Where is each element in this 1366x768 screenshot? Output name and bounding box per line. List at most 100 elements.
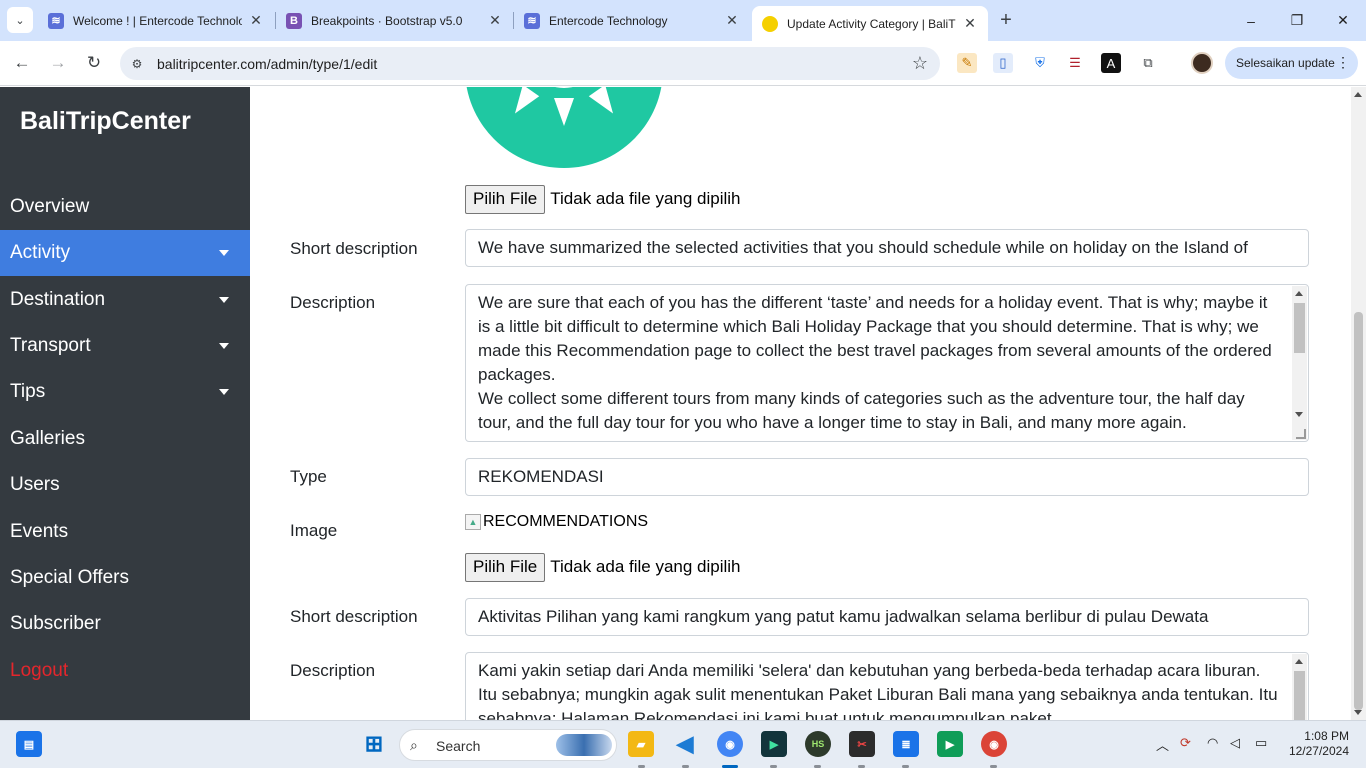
back-arrow-icon[interactable]: ←	[9, 50, 35, 76]
sidebar-item-label: Transport	[10, 335, 91, 356]
windows-start-icon[interactable]: ⊞	[361, 731, 387, 757]
extensions-puzzle-icon[interactable]: ⧉	[1138, 53, 1158, 73]
tab-close-icon[interactable]: ✕	[248, 12, 264, 29]
sidebar-item-subscriber[interactable]: Subscriber	[0, 601, 250, 647]
volume-icon[interactable]: ◁	[1230, 735, 1240, 751]
tab-close-icon[interactable]: ✕	[487, 12, 503, 29]
search-highlight-icon	[556, 734, 612, 756]
image-file-input-en[interactable]: Pilih File Tidak ada file yang dipilih	[465, 184, 741, 214]
wifi-icon[interactable]: ◠	[1207, 735, 1218, 751]
terminal-icon[interactable]: ▶	[761, 731, 787, 757]
profile-avatar[interactable]	[1191, 52, 1213, 74]
battery-icon[interactable]: ▭	[1255, 735, 1267, 751]
window-minimize-button[interactable]: –	[1228, 0, 1274, 41]
tab-close-icon[interactable]: ✕	[724, 12, 740, 29]
heidisql-icon[interactable]: HS	[805, 731, 831, 757]
sun-ray-shape	[554, 98, 574, 126]
sidebar-item-events[interactable]: Events	[0, 509, 250, 555]
sidebar-item-galleries[interactable]: Galleries	[0, 416, 250, 462]
tab-title: Breakpoints · Bootstrap v5.0	[311, 13, 463, 28]
chrome-icon[interactable]: ◉	[717, 731, 743, 757]
extension-a-icon[interactable]: A	[1101, 53, 1121, 73]
scroll-down-icon[interactable]	[1295, 412, 1303, 417]
sidebar-item-destination[interactable]: Destination	[0, 277, 250, 323]
window-maximize-button[interactable]: ❐	[1274, 0, 1320, 41]
choose-file-button[interactable]: Pilih File	[465, 184, 546, 214]
search-placeholder: Search	[436, 738, 481, 754]
sidebar-item-label: Activity	[10, 242, 71, 263]
tab-update-activity-category[interactable]: Update Activity Category | BaliT ✕	[752, 6, 988, 41]
short-description-input-en[interactable]: We have summarized the selected activiti…	[465, 229, 1309, 267]
short-description-input-id[interactable]: Aktivitas Pilihan yang kami rangkum yang…	[465, 598, 1309, 636]
bookmark-star-icon[interactable]: ☆	[912, 53, 928, 74]
sidebar-item-tips[interactable]: Tips	[0, 369, 250, 415]
vscode-icon[interactable]: ◀	[672, 731, 698, 757]
scroll-thumb[interactable]	[1294, 671, 1305, 720]
sidebar-item-logout[interactable]: Logout	[0, 648, 250, 694]
edit-form-main: Pilih File Tidak ada file yang dipilih S…	[250, 87, 1351, 720]
textarea-scrollbar[interactable]	[1292, 286, 1307, 440]
textarea-scrollbar[interactable]	[1292, 654, 1307, 720]
sidebar-item-label: Users	[10, 474, 60, 495]
extension-shield-icon[interactable]: ⛨	[1030, 53, 1050, 73]
sidebar-item-special-offers[interactable]: Special Offers	[0, 555, 250, 601]
page-scrollbar[interactable]	[1351, 87, 1366, 720]
type-label: Type	[290, 467, 327, 486]
description-paragraph: We collect some different tours from man…	[478, 389, 1245, 432]
url-text[interactable]: balitripcenter.com/admin/type/1/edit	[157, 56, 377, 72]
sidebar-item-label: Destination	[10, 289, 106, 310]
image-file-input-id[interactable]: Pilih File Tidak ada file yang dipilih	[465, 552, 741, 582]
extension-list-icon[interactable]: ☰	[1065, 53, 1085, 73]
widgets-icon[interactable]: ▤	[16, 731, 42, 757]
forward-arrow-icon[interactable]: →	[45, 50, 71, 76]
scroll-down-icon[interactable]	[1354, 710, 1362, 715]
reload-icon[interactable]: ↻	[81, 50, 107, 76]
page-scroll-thumb[interactable]	[1354, 312, 1363, 710]
window-close-button[interactable]: ✕	[1320, 0, 1366, 41]
taskbar-search-box[interactable]: ⌕ Search	[399, 729, 617, 761]
sidebar-item-activity[interactable]: Activity	[0, 230, 250, 276]
windows-taskbar: ▤ ⊞ ⌕ Search ▰ ◀ ◉ ▶ HS ✂ ≣ ▶ ◉ ︿ ⟳ ◠ ◁ …	[0, 720, 1366, 768]
sync-icon[interactable]: ⟳	[1180, 735, 1191, 751]
snipping-tool-icon[interactable]: ✂	[849, 731, 875, 757]
notepad-icon[interactable]: ≣	[893, 731, 919, 757]
address-bar[interactable]: ⚙ balitripcenter.com/admin/type/1/edit ☆	[120, 47, 940, 80]
more-menu-icon[interactable]: ⋮	[1336, 54, 1350, 71]
finish-update-button[interactable]: Selesaikan update ⋮	[1225, 47, 1358, 79]
chrome-profile-icon[interactable]: ◉	[981, 731, 1007, 757]
type-input[interactable]: REKOMENDASI	[465, 458, 1309, 496]
resize-handle-icon[interactable]	[1296, 429, 1306, 439]
entercode-favicon-icon: ≋	[48, 12, 64, 29]
tab-search-dropdown-icon[interactable]: ⌄	[7, 7, 33, 33]
choose-file-button[interactable]: Pilih File	[465, 552, 546, 582]
entercode-favicon-icon: ≋	[524, 12, 540, 29]
tab-close-icon[interactable]: ✕	[962, 15, 978, 32]
extension-highlighter-icon[interactable]: ✎	[957, 53, 977, 73]
tray-chevron-up-icon[interactable]: ︿	[1156, 735, 1169, 754]
browser-tab-strip: ⌄ ≋ Welcome ! | Entercode Technolo ✕ B B…	[0, 0, 1366, 41]
brand-title[interactable]: BaliTripCenter	[20, 107, 191, 136]
description-textarea-en[interactable]: We are sure that each of you has the dif…	[465, 284, 1309, 442]
description-textarea-id[interactable]: Kami yakin setiap dari Anda memiliki 'se…	[465, 652, 1309, 720]
category-image-broken: ▲ RECOMMENDATIONS	[465, 513, 648, 531]
file-explorer-icon[interactable]: ▰	[628, 731, 654, 757]
tab-entercode-technology[interactable]: ≋ Entercode Technology ✕	[514, 6, 750, 35]
no-file-chosen-text: Tidak ada file yang dipilih	[550, 189, 741, 208]
description-paragraph: We are sure that each of you has the dif…	[478, 293, 1272, 384]
google-meet-icon[interactable]: ▶	[937, 731, 963, 757]
scroll-up-icon[interactable]	[1295, 659, 1303, 664]
tab-bootstrap-breakpoints[interactable]: B Breakpoints · Bootstrap v5.0 ✕	[276, 6, 513, 35]
site-settings-icon[interactable]: ⚙	[128, 55, 146, 73]
description-label: Description	[290, 661, 376, 680]
extension-docs-icon[interactable]: ▯	[993, 53, 1013, 73]
tab-welcome-entercode[interactable]: ≋ Welcome ! | Entercode Technolo ✕	[38, 6, 274, 35]
scroll-thumb[interactable]	[1294, 303, 1305, 353]
sidebar-item-transport[interactable]: Transport	[0, 323, 250, 369]
scroll-up-icon[interactable]	[1354, 92, 1362, 97]
new-tab-button[interactable]: +	[993, 7, 1019, 33]
sidebar-item-overview[interactable]: Overview	[0, 184, 250, 230]
scroll-up-icon[interactable]	[1295, 291, 1303, 296]
system-clock[interactable]: 1:08 PM 12/27/2024	[1283, 729, 1349, 759]
sun-ray-shape	[588, 87, 622, 120]
sidebar-item-users[interactable]: Users	[0, 462, 250, 508]
